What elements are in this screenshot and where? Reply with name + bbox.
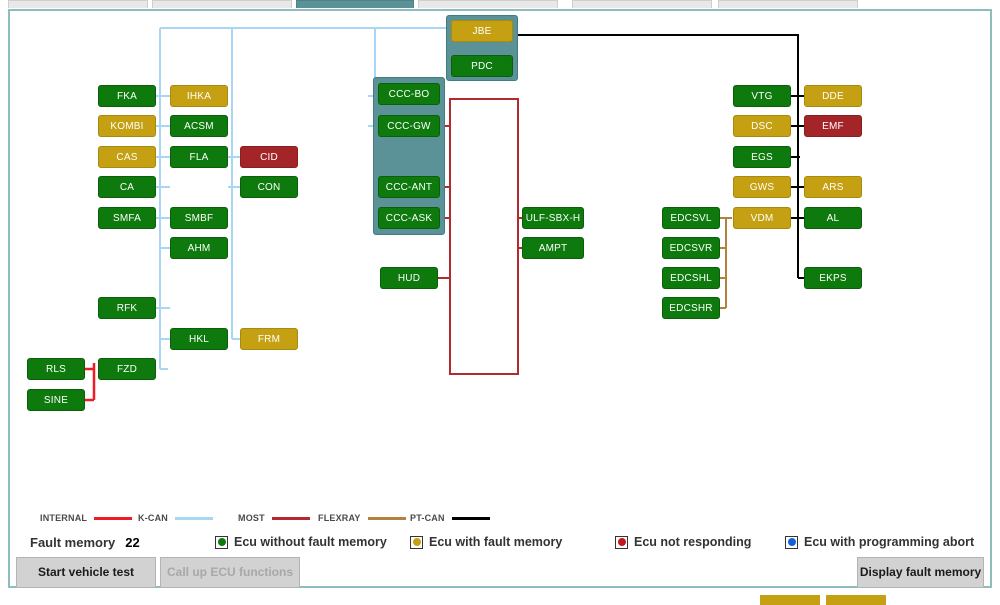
ecu-node-dde[interactable]: DDE [804,85,862,107]
fault-memory-count: 22 [125,534,140,550]
start-vehicle-test-button[interactable]: Start vehicle test [16,557,156,588]
bus-legend-item-flexray: FLEXRAY [318,513,406,523]
status-legend-dot [217,538,226,546]
ecu-node-frm[interactable]: FRM [240,328,298,350]
action-button-bar: Start vehicle test Call up ECU functions D… [10,557,990,588]
ecu-node-vdm[interactable]: VDM [733,207,791,229]
ecu-node-ulf-sbx-h[interactable]: ULF-SBX-H [522,207,584,229]
bus-legend-swatch [271,516,310,520]
bus-legend-item-k-can: K-CAN [138,513,213,523]
ecu-node-ccc-ask[interactable]: CCC-ASK [378,207,440,229]
status-legend-item-ecu-with-programming-abort: Ecu with programming abort [785,535,974,549]
ecu-node-hud[interactable]: HUD [380,267,438,289]
tab-1[interactable] [8,0,148,8]
bus-type-legend: INTERNAL K-CAN MOST FLEXRAY PT-CAN [10,507,990,529]
tab-2[interactable] [152,0,292,8]
vehicle-test-panel: FKA KOMBI CAS CA SMFA RFK FZD RLS SINE IHKA ACSM FL… [8,9,992,588]
bus-legend-label: PT-CAN [410,513,445,523]
status-legend: Fault memory 22 Ecu without fault memory… [10,529,990,555]
ecu-node-pdc[interactable]: PDC [451,55,513,77]
ecu-node-edcsvl[interactable]: EDCSVL [662,207,720,229]
window-bottom-strip [0,595,1000,605]
bus-legend-item-most: MOST [238,513,310,523]
ecu-node-smfa[interactable]: SMFA [98,207,156,229]
bus-legend-swatch [451,516,490,520]
ecu-node-egs[interactable]: EGS [733,146,791,168]
ecu-node-kombi[interactable]: KOMBI [98,115,156,137]
bus-legend-swatch [367,516,406,520]
tab-strip [0,0,1000,8]
bus-legend-swatch [94,516,133,520]
ecu-node-rls[interactable]: RLS [27,358,85,380]
status-legend-swatch [215,535,228,549]
status-legend-swatch [785,535,798,549]
ecu-node-fka[interactable]: FKA [98,85,156,107]
bottom-strip-gold-2 [826,595,886,605]
ecu-node-edcshr[interactable]: EDCSHR [662,297,720,319]
call-up-ecu-functions-button: Call up ECU functions [160,557,300,588]
ecu-node-fzd[interactable]: FZD [98,358,156,380]
ecu-node-ccc-ant[interactable]: CCC-ANT [378,176,440,198]
ecu-node-ca[interactable]: CA [98,176,156,198]
status-legend-swatch [410,535,423,549]
tab-6[interactable] [718,0,858,8]
ecu-node-dsc[interactable]: DSC [733,115,791,137]
bus-legend-label: MOST [238,513,265,523]
ecu-node-edcsvr[interactable]: EDCSVR [662,237,720,259]
tab-5[interactable] [572,0,712,8]
internal-bus [85,363,96,402]
bus-legend-label: K-CAN [138,513,168,523]
status-legend-label: Ecu with programming abort [804,535,975,549]
flexray-bus [720,217,732,309]
ecu-node-ihka[interactable]: IHKA [170,85,228,107]
ecu-node-vtg[interactable]: VTG [733,85,791,107]
status-legend-item-ecu-without-fault-memory: Ecu without fault memory [215,535,387,549]
ecu-node-jbe[interactable]: JBE [451,20,513,42]
bottom-strip-gold-1 [760,595,820,605]
ecu-node-ars[interactable]: ARS [804,176,862,198]
ecu-topology-diagram: FKA KOMBI CAS CA SMFA RFK FZD RLS SINE IHKA ACSM FL… [10,11,990,506]
ecu-node-rfk[interactable]: RFK [98,297,156,319]
ecu-node-fla[interactable]: FLA [170,146,228,168]
bottom-strip-right [892,595,1000,605]
bus-legend-label: INTERNAL [40,513,88,523]
ecu-node-smbf[interactable]: SMBF [170,207,228,229]
ecu-node-gws[interactable]: GWS [733,176,791,198]
bottom-strip-left [0,595,760,605]
bus-legend-item-internal: INTERNAL [40,513,133,523]
status-legend-label: Ecu not responding [634,535,752,549]
ecu-node-ahm[interactable]: AHM [170,237,228,259]
ecu-node-edcshl[interactable]: EDCSHL [662,267,720,289]
ecu-node-hkl[interactable]: HKL [170,328,228,350]
bus-legend-swatch [175,516,213,520]
ecu-node-ekps[interactable]: EKPS [804,267,862,289]
ecu-node-ampt[interactable]: AMPT [522,237,584,259]
ecu-node-emf[interactable]: EMF [804,115,862,137]
most-bus [438,98,528,375]
ecu-node-ccc-gw[interactable]: CCC-GW [378,115,440,137]
status-legend-dot [412,538,421,546]
ecu-node-sine[interactable]: SINE [27,389,85,411]
status-legend-label: Ecu with fault memory [429,535,563,549]
ecu-node-cid[interactable]: CID [240,146,298,168]
ecu-node-cas[interactable]: CAS [98,146,156,168]
status-legend-item-ecu-with-fault-memory: Ecu with fault memory [410,535,562,549]
status-legend-swatch [615,535,628,549]
ecu-node-al[interactable]: AL [804,207,862,229]
status-legend-label: Ecu without fault memory [234,535,387,549]
status-legend-dot [617,538,626,546]
ecu-node-con[interactable]: CON [240,176,298,198]
bus-legend-label: FLEXRAY [318,513,361,523]
bus-legend-item-pt-can: PT-CAN [410,513,490,523]
fault-memory-label: Fault memory [30,534,116,550]
ecu-node-acsm[interactable]: ACSM [170,115,228,137]
application-window: FKA KOMBI CAS CA SMFA RFK FZD RLS SINE IHKA ACSM FL… [0,0,1000,605]
ecu-node-ccc-bo[interactable]: CCC-BO [378,83,440,105]
tab-3[interactable] [296,0,414,8]
display-fault-memory-button[interactable]: Display fault memory [857,557,984,588]
status-legend-dot [787,538,796,546]
status-legend-item-ecu-not-responding: Ecu not responding [615,535,751,549]
tab-4[interactable] [418,0,558,8]
